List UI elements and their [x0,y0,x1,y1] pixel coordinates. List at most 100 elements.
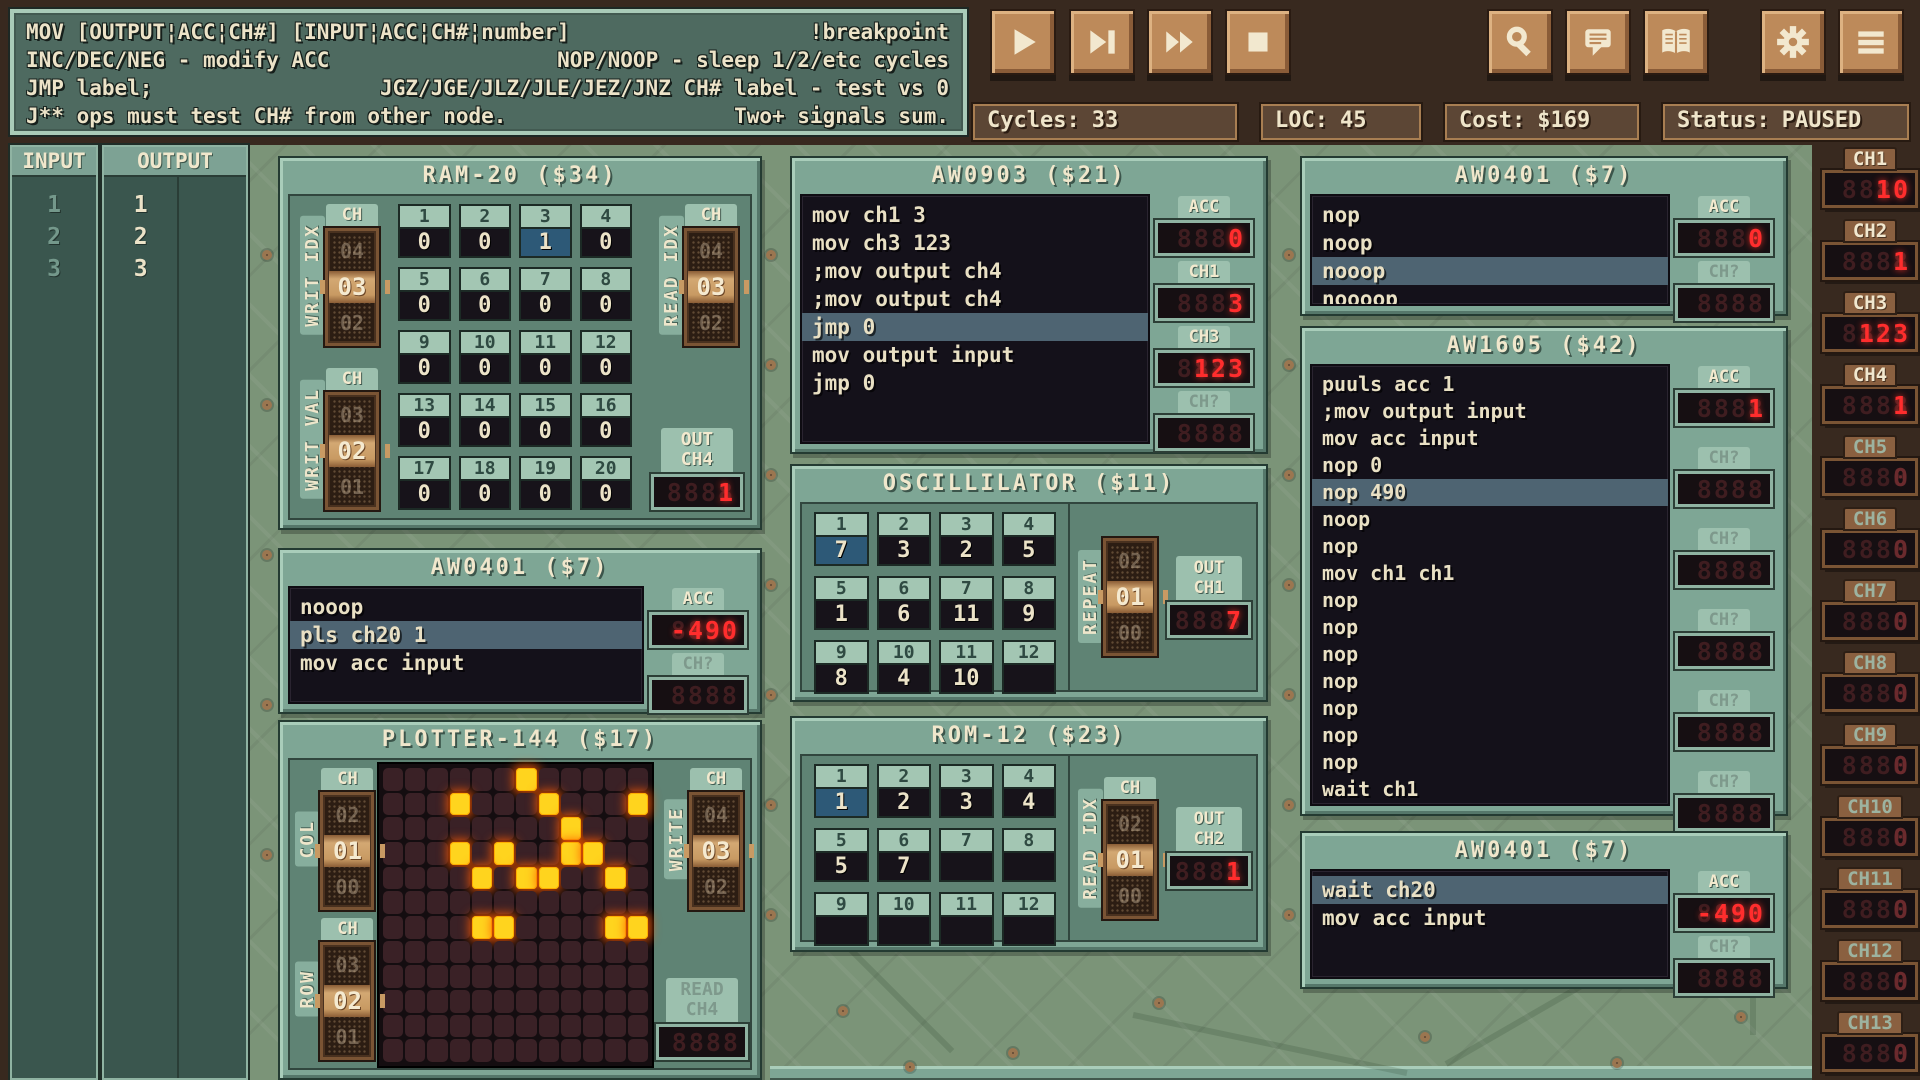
thumbwheel-dial[interactable]: 030102 [325,392,379,510]
code-editor[interactable]: mov ch1 3mov ch3 123;mov output ch4;mov … [800,194,1150,444]
code-line[interactable]: nop 490 [1312,479,1668,506]
memory-cell[interactable]: 190 [519,456,572,510]
memory-cell[interactable]: 23 [877,512,932,566]
code-line[interactable]: wait ch1 [1312,776,1668,803]
code-line[interactable]: nop [1312,201,1668,229]
memory-cell[interactable]: 17 [814,512,869,566]
memory-cell[interactable]: 200 [580,456,633,510]
thumbwheel-dial[interactable]: 030102 [320,942,374,1060]
code-line[interactable]: jmp 0 [802,313,1148,341]
memory-cell[interactable]: 11 [814,764,869,818]
code-editor[interactable]: nopnoopnooopnoooop [1310,194,1670,306]
memory-cell[interactable]: 1110 [939,640,994,694]
code-line[interactable]: mov acc input [1312,425,1668,452]
memory-cell[interactable]: 120 [580,330,633,384]
memory-cell[interactable]: 9 [814,892,869,946]
memory-cell[interactable]: 67 [877,828,932,882]
repeat-dial[interactable]: REPEAT020001 [1075,538,1157,656]
memory-cell[interactable]: 104 [877,640,932,694]
code-line[interactable]: nop [1312,695,1668,722]
code-line[interactable]: mov ch3 123 [802,229,1148,257]
menu-button[interactable] [1838,9,1904,75]
memory-cell[interactable]: 711 [939,576,994,630]
memory-cell[interactable]: 11 [939,892,994,946]
memory-cell[interactable]: 7 [939,828,994,882]
code-line[interactable]: ;mov output ch4 [802,257,1148,285]
code-line[interactable]: nop [1312,614,1668,641]
code-line[interactable]: puuls acc 1 [1312,371,1668,398]
memory-cell[interactable]: 10 [877,892,932,946]
memory-cell[interactable]: 66 [877,576,932,630]
search-button[interactable] [1487,9,1553,75]
code-line[interactable]: ;mov output ch4 [802,285,1148,313]
manual-button[interactable] [1643,9,1709,75]
code-line[interactable]: mov acc input [290,649,642,677]
step-button[interactable] [1069,9,1135,75]
memory-cell[interactable]: 98 [814,640,869,694]
write-dial[interactable]: WRITECH040203 [661,768,743,910]
memory-cell[interactable]: 12 [1002,640,1057,694]
writ-idx-dial[interactable]: WRIT IDXCH040203 [297,204,379,346]
code-editor[interactable]: noooppls ch20 1mov acc input [288,586,644,704]
code-line[interactable]: nop [1312,722,1668,749]
memory-cell[interactable]: 160 [580,393,633,447]
code-line[interactable]: nop [1312,641,1668,668]
memory-cell[interactable]: 130 [398,393,451,447]
stop-button[interactable] [1225,9,1291,75]
code-line[interactable]: noop [1312,229,1668,257]
code-line[interactable]: nop 0 [1312,452,1668,479]
code-line[interactable]: nooop [290,593,642,621]
thumbwheel-dial[interactable]: 020001 [1103,538,1157,656]
memory-cell[interactable]: 22 [877,764,932,818]
memory-cell[interactable]: 80 [580,267,633,321]
code-line[interactable]: noooop [1312,285,1668,306]
code-line[interactable]: mov acc input [1312,904,1668,932]
memory-cell[interactable]: 31 [519,204,572,258]
code-line[interactable]: pls ch20 1 [290,621,642,649]
memory-cell[interactable]: 100 [459,330,512,384]
memory-cell[interactable]: 51 [814,576,869,630]
code-line[interactable]: mov output input [802,341,1148,369]
memory-cell[interactable]: 50 [398,267,451,321]
memory-cell[interactable]: 10 [398,204,451,258]
code-line[interactable]: jmp 0 [802,369,1148,397]
memory-cell[interactable]: 33 [939,764,994,818]
code-line[interactable]: mov ch1 3 [802,201,1148,229]
memory-cell[interactable]: 90 [398,330,451,384]
memory-cell[interactable]: 60 [459,267,512,321]
memory-cell[interactable]: 45 [1002,512,1057,566]
code-line[interactable]: nooop [1312,257,1668,285]
memory-cell[interactable]: 140 [459,393,512,447]
code-line[interactable]: nop [1312,668,1668,695]
memory-cell[interactable]: 70 [519,267,572,321]
writ-val-dial[interactable]: WRIT VALCH030102 [297,368,379,510]
memory-cell[interactable]: 32 [939,512,994,566]
thumbwheel-dial[interactable]: 020001 [1103,801,1157,919]
thumbwheel-dial[interactable]: 040203 [325,228,379,346]
chat-button[interactable] [1565,9,1631,75]
code-line[interactable]: nop [1312,749,1668,776]
memory-cell[interactable]: 40 [580,204,633,258]
code-line[interactable]: nop [1312,587,1668,614]
thumbwheel-dial[interactable]: 040203 [684,228,738,346]
code-line[interactable]: ;mov output input [1312,398,1668,425]
memory-cell[interactable]: 110 [519,330,572,384]
thumbwheel-dial[interactable]: 040203 [689,792,743,910]
row-dial[interactable]: ROWCH030102 [292,918,374,1060]
memory-cell[interactable]: 89 [1002,576,1057,630]
col-dial[interactable]: COLCH020001 [292,768,374,910]
code-editor[interactable]: wait ch20mov acc input [1310,869,1670,979]
memory-cell[interactable]: 8 [1002,828,1057,882]
code-line[interactable]: mov ch1 ch1 [1312,560,1668,587]
settings-button[interactable] [1760,9,1826,75]
memory-cell[interactable]: 12 [1002,892,1057,946]
thumbwheel-dial[interactable]: 020001 [320,792,374,910]
memory-cell[interactable]: 44 [1002,764,1057,818]
code-editor[interactable]: puuls acc 1;mov output inputmov acc inpu… [1310,364,1670,806]
read-idx-dial[interactable]: READ IDXCH020001 [1075,777,1157,919]
memory-cell[interactable]: 20 [459,204,512,258]
code-line[interactable]: wait ch20 [1312,876,1668,904]
memory-cell[interactable]: 150 [519,393,572,447]
read-idx-dial[interactable]: READ IDXCH040203 [656,204,738,346]
memory-cell[interactable]: 180 [459,456,512,510]
